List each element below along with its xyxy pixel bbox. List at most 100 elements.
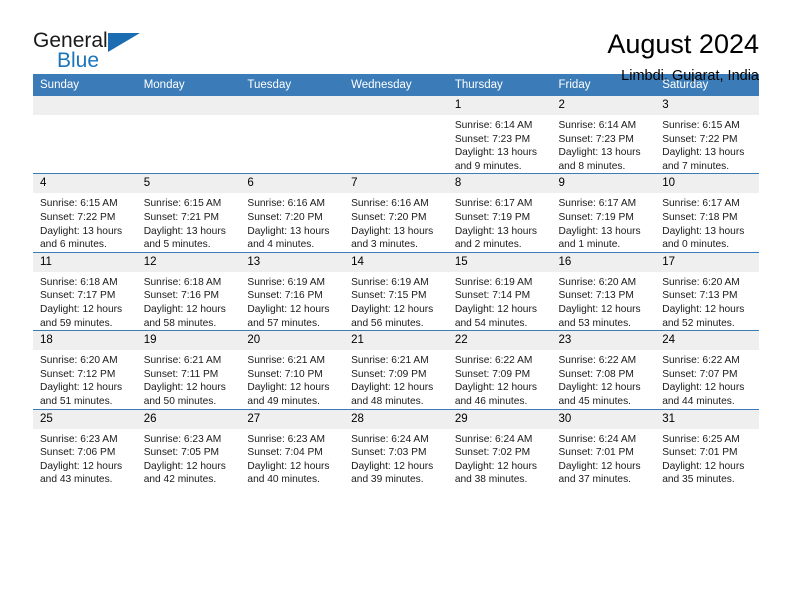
calendar-day-cell[interactable]: 4 Sunrise: 6:15 AM Sunset: 7:22 PM Daylight… bbox=[33, 173, 137, 253]
day-details: Sunrise: 6:22 AM Sunset: 7:07 PM Daylight:… bbox=[655, 350, 759, 408]
calendar-day-cell[interactable]: 26 Sunrise: 6:23 AM Sunset: 7:05 PM Dayligh… bbox=[136, 408, 241, 487]
day-number bbox=[240, 96, 345, 115]
calendar-day-cell[interactable]: 15 Sunrise: 6:19 AM Sunset: 7:14 PM Dayligh… bbox=[447, 251, 552, 331]
sunrise-text: Sunrise: 6:21 AM bbox=[351, 355, 429, 367]
day-details: Sunrise: 6:24 AM Sunset: 7:03 PM Daylight:… bbox=[344, 429, 448, 487]
calendar-day-cell[interactable]: 28 Sunrise: 6:24 AM Sunset: 7:03 PM Dayligh… bbox=[344, 408, 448, 487]
day-number: 2 bbox=[551, 96, 656, 115]
sunrise-text: Sunrise: 6:23 AM bbox=[247, 433, 325, 445]
day-number: 17 bbox=[655, 252, 759, 272]
day-number: 22 bbox=[447, 331, 552, 351]
sunrise-text: Sunrise: 6:20 AM bbox=[40, 355, 118, 367]
weekday-header-tuesday: Tuesday bbox=[240, 74, 345, 96]
sunrise-text: Sunrise: 6:17 AM bbox=[558, 198, 637, 210]
day-number: 15 bbox=[447, 252, 552, 272]
sunrise-text: Sunrise: 6:15 AM bbox=[143, 198, 222, 210]
calendar-day-cell[interactable]: 10 Sunrise: 6:17 AM Sunset: 7:18 PM Dayligh… bbox=[655, 173, 759, 253]
daylight-text: Daylight: 13 hours and 0 minutes. bbox=[662, 225, 745, 251]
calendar-day-cell[interactable]: 29 Sunrise: 6:24 AM Sunset: 7:02 PM Dayligh… bbox=[447, 408, 552, 487]
day-details: Sunrise: 6:17 AM Sunset: 7:19 PM Daylight:… bbox=[552, 193, 656, 251]
day-details: Sunrise: 6:20 AM Sunset: 7:13 PM Daylight:… bbox=[552, 272, 656, 330]
sunset-text: Sunset: 7:19 PM bbox=[454, 211, 531, 223]
sunrise-text: Sunrise: 6:19 AM bbox=[454, 276, 533, 288]
calendar-day-cell[interactable]: 9 Sunrise: 6:17 AM Sunset: 7:19 PM Daylight… bbox=[551, 173, 656, 253]
sunset-text: Sunset: 7:09 PM bbox=[351, 368, 427, 380]
day-number: 27 bbox=[240, 409, 345, 429]
calendar-day-cell[interactable]: 27 Sunrise: 6:23 AM Sunset: 7:04 PM Dayligh… bbox=[240, 408, 345, 487]
daylight-text: Daylight: 13 hours and 3 minutes. bbox=[351, 225, 434, 251]
sunset-text: Sunset: 7:20 PM bbox=[247, 211, 323, 223]
daylight-text: Daylight: 12 hours and 56 minutes. bbox=[351, 303, 434, 329]
calendar-page: General Blue August 2024 Limbdi, Gujarat… bbox=[0, 0, 792, 612]
day-details: Sunrise: 6:25 AM Sunset: 7:01 PM Daylight:… bbox=[655, 429, 759, 487]
day-details: Sunrise: 6:23 AM Sunset: 7:05 PM Daylight:… bbox=[137, 429, 241, 487]
sunrise-text: Sunrise: 6:20 AM bbox=[558, 276, 637, 288]
day-number bbox=[33, 96, 137, 115]
day-details: Sunrise: 6:16 AM Sunset: 7:20 PM Daylight:… bbox=[240, 193, 344, 251]
daylight-text: Daylight: 12 hours and 54 minutes. bbox=[454, 303, 537, 329]
calendar-day-cell[interactable]: 1 Sunrise: 6:14 AM Sunset: 7:23 PM Daylight… bbox=[447, 96, 552, 174]
day-number: 6 bbox=[240, 174, 345, 194]
calendar-day-cell[interactable]: 3 Sunrise: 6:15 AM Sunset: 7:22 PM Daylight… bbox=[655, 96, 759, 174]
daylight-text: Daylight: 12 hours and 57 minutes. bbox=[247, 303, 330, 329]
calendar-day-cell[interactable]: 17 Sunrise: 6:20 AM Sunset: 7:13 PM Dayligh… bbox=[655, 251, 759, 331]
calendar-day-cell[interactable]: 7 Sunrise: 6:16 AM Sunset: 7:20 PM Daylight… bbox=[344, 173, 448, 253]
daylight-text: Daylight: 12 hours and 59 minutes. bbox=[40, 303, 123, 329]
calendar-week-row: 1 Sunrise: 6:14 AM Sunset: 7:23 PM Daylight… bbox=[33, 96, 759, 174]
daylight-text: Daylight: 13 hours and 9 minutes. bbox=[454, 147, 537, 172]
calendar-day-cell[interactable]: 23 Sunrise: 6:22 AM Sunset: 7:08 PM Dayligh… bbox=[551, 330, 656, 409]
sunrise-text: Sunrise: 6:19 AM bbox=[351, 276, 429, 288]
sunrise-text: Sunrise: 6:22 AM bbox=[454, 355, 533, 367]
calendar-day-cell[interactable]: 18 Sunrise: 6:20 AM Sunset: 7:12 PM Dayligh… bbox=[33, 330, 137, 409]
sunrise-text: Sunrise: 6:16 AM bbox=[351, 198, 429, 210]
calendar-day-cell[interactable]: 21 Sunrise: 6:21 AM Sunset: 7:09 PM Dayligh… bbox=[344, 330, 448, 409]
day-number bbox=[344, 96, 448, 115]
calendar-day-cell[interactable]: 31 Sunrise: 6:25 AM Sunset: 7:01 PM Dayligh… bbox=[655, 408, 759, 487]
daylight-text: Daylight: 12 hours and 37 minutes. bbox=[558, 460, 641, 486]
general-blue-logo[interactable]: General Blue bbox=[33, 28, 153, 80]
day-number: 29 bbox=[447, 409, 552, 429]
calendar-day-cell[interactable]: 30 Sunrise: 6:24 AM Sunset: 7:01 PM Dayligh… bbox=[551, 408, 656, 487]
sunset-text: Sunset: 7:16 PM bbox=[247, 290, 323, 302]
calendar-day-cell[interactable]: 20 Sunrise: 6:21 AM Sunset: 7:10 PM Dayligh… bbox=[240, 330, 345, 409]
day-number: 30 bbox=[551, 409, 656, 429]
daylight-text: Daylight: 13 hours and 1 minute. bbox=[558, 225, 641, 251]
sunrise-text: Sunrise: 6:24 AM bbox=[351, 433, 429, 445]
daylight-text: Daylight: 13 hours and 7 minutes. bbox=[662, 147, 745, 172]
calendar-day-cell[interactable]: 8 Sunrise: 6:17 AM Sunset: 7:19 PM Daylight… bbox=[447, 173, 552, 253]
day-details: Sunrise: 6:21 AM Sunset: 7:11 PM Daylight:… bbox=[137, 350, 241, 408]
sunrise-text: Sunrise: 6:18 AM bbox=[40, 276, 118, 288]
day-details: Sunrise: 6:15 AM Sunset: 7:22 PM Daylight:… bbox=[655, 115, 759, 173]
calendar-day-cell[interactable]: 6 Sunrise: 6:16 AM Sunset: 7:20 PM Daylight… bbox=[240, 173, 345, 253]
logo-text-general: General bbox=[33, 29, 108, 52]
calendar-day-cell[interactable]: 25 Sunrise: 6:23 AM Sunset: 7:06 PM Dayligh… bbox=[33, 408, 137, 487]
daylight-text: Daylight: 12 hours and 39 minutes. bbox=[351, 460, 434, 486]
day-number: 14 bbox=[344, 252, 448, 272]
calendar-day-cell[interactable]: 16 Sunrise: 6:20 AM Sunset: 7:13 PM Dayligh… bbox=[551, 251, 656, 331]
calendar-day-cell[interactable]: 5 Sunrise: 6:15 AM Sunset: 7:21 PM Daylight… bbox=[136, 173, 241, 253]
calendar-day-cell[interactable]: 14 Sunrise: 6:19 AM Sunset: 7:15 PM Dayligh… bbox=[344, 251, 448, 331]
page-header: General Blue August 2024 Limbdi, Gujarat… bbox=[33, 0, 759, 84]
sunset-text: Sunset: 7:02 PM bbox=[454, 447, 531, 459]
sunrise-text: Sunrise: 6:21 AM bbox=[143, 355, 222, 367]
day-number: 13 bbox=[240, 252, 345, 272]
daylight-text: Daylight: 13 hours and 2 minutes. bbox=[454, 225, 537, 251]
sunset-text: Sunset: 7:01 PM bbox=[662, 447, 738, 459]
sunset-text: Sunset: 7:09 PM bbox=[454, 368, 531, 380]
sunset-text: Sunset: 7:21 PM bbox=[143, 211, 220, 223]
daylight-text: Daylight: 12 hours and 51 minutes. bbox=[40, 382, 123, 407]
calendar-day-cell[interactable]: 19 Sunrise: 6:21 AM Sunset: 7:11 PM Dayligh… bbox=[136, 330, 241, 409]
calendar-day-cell[interactable]: 13 Sunrise: 6:19 AM Sunset: 7:16 PM Dayligh… bbox=[240, 251, 345, 331]
day-details: Sunrise: 6:19 AM Sunset: 7:16 PM Daylight:… bbox=[240, 272, 344, 330]
calendar-day-cell[interactable]: 11 Sunrise: 6:18 AM Sunset: 7:17 PM Dayligh… bbox=[33, 251, 137, 331]
calendar-day-cell[interactable]: 12 Sunrise: 6:18 AM Sunset: 7:16 PM Dayligh… bbox=[136, 251, 241, 331]
day-number: 28 bbox=[344, 409, 448, 429]
calendar-week-row: 11 Sunrise: 6:18 AM Sunset: 7:17 PM Dayligh… bbox=[33, 251, 759, 331]
day-number bbox=[136, 96, 241, 115]
triangle-icon bbox=[108, 33, 140, 52]
sunset-text: Sunset: 7:13 PM bbox=[558, 290, 634, 302]
sunrise-text: Sunrise: 6:17 AM bbox=[662, 198, 740, 210]
calendar-day-cell[interactable]: 22 Sunrise: 6:22 AM Sunset: 7:09 PM Dayligh… bbox=[447, 330, 552, 409]
calendar-day-cell[interactable]: 24 Sunrise: 6:22 AM Sunset: 7:07 PM Dayligh… bbox=[655, 330, 759, 409]
calendar-day-cell[interactable]: 2 Sunrise: 6:14 AM Sunset: 7:23 PM Daylight… bbox=[551, 96, 656, 174]
